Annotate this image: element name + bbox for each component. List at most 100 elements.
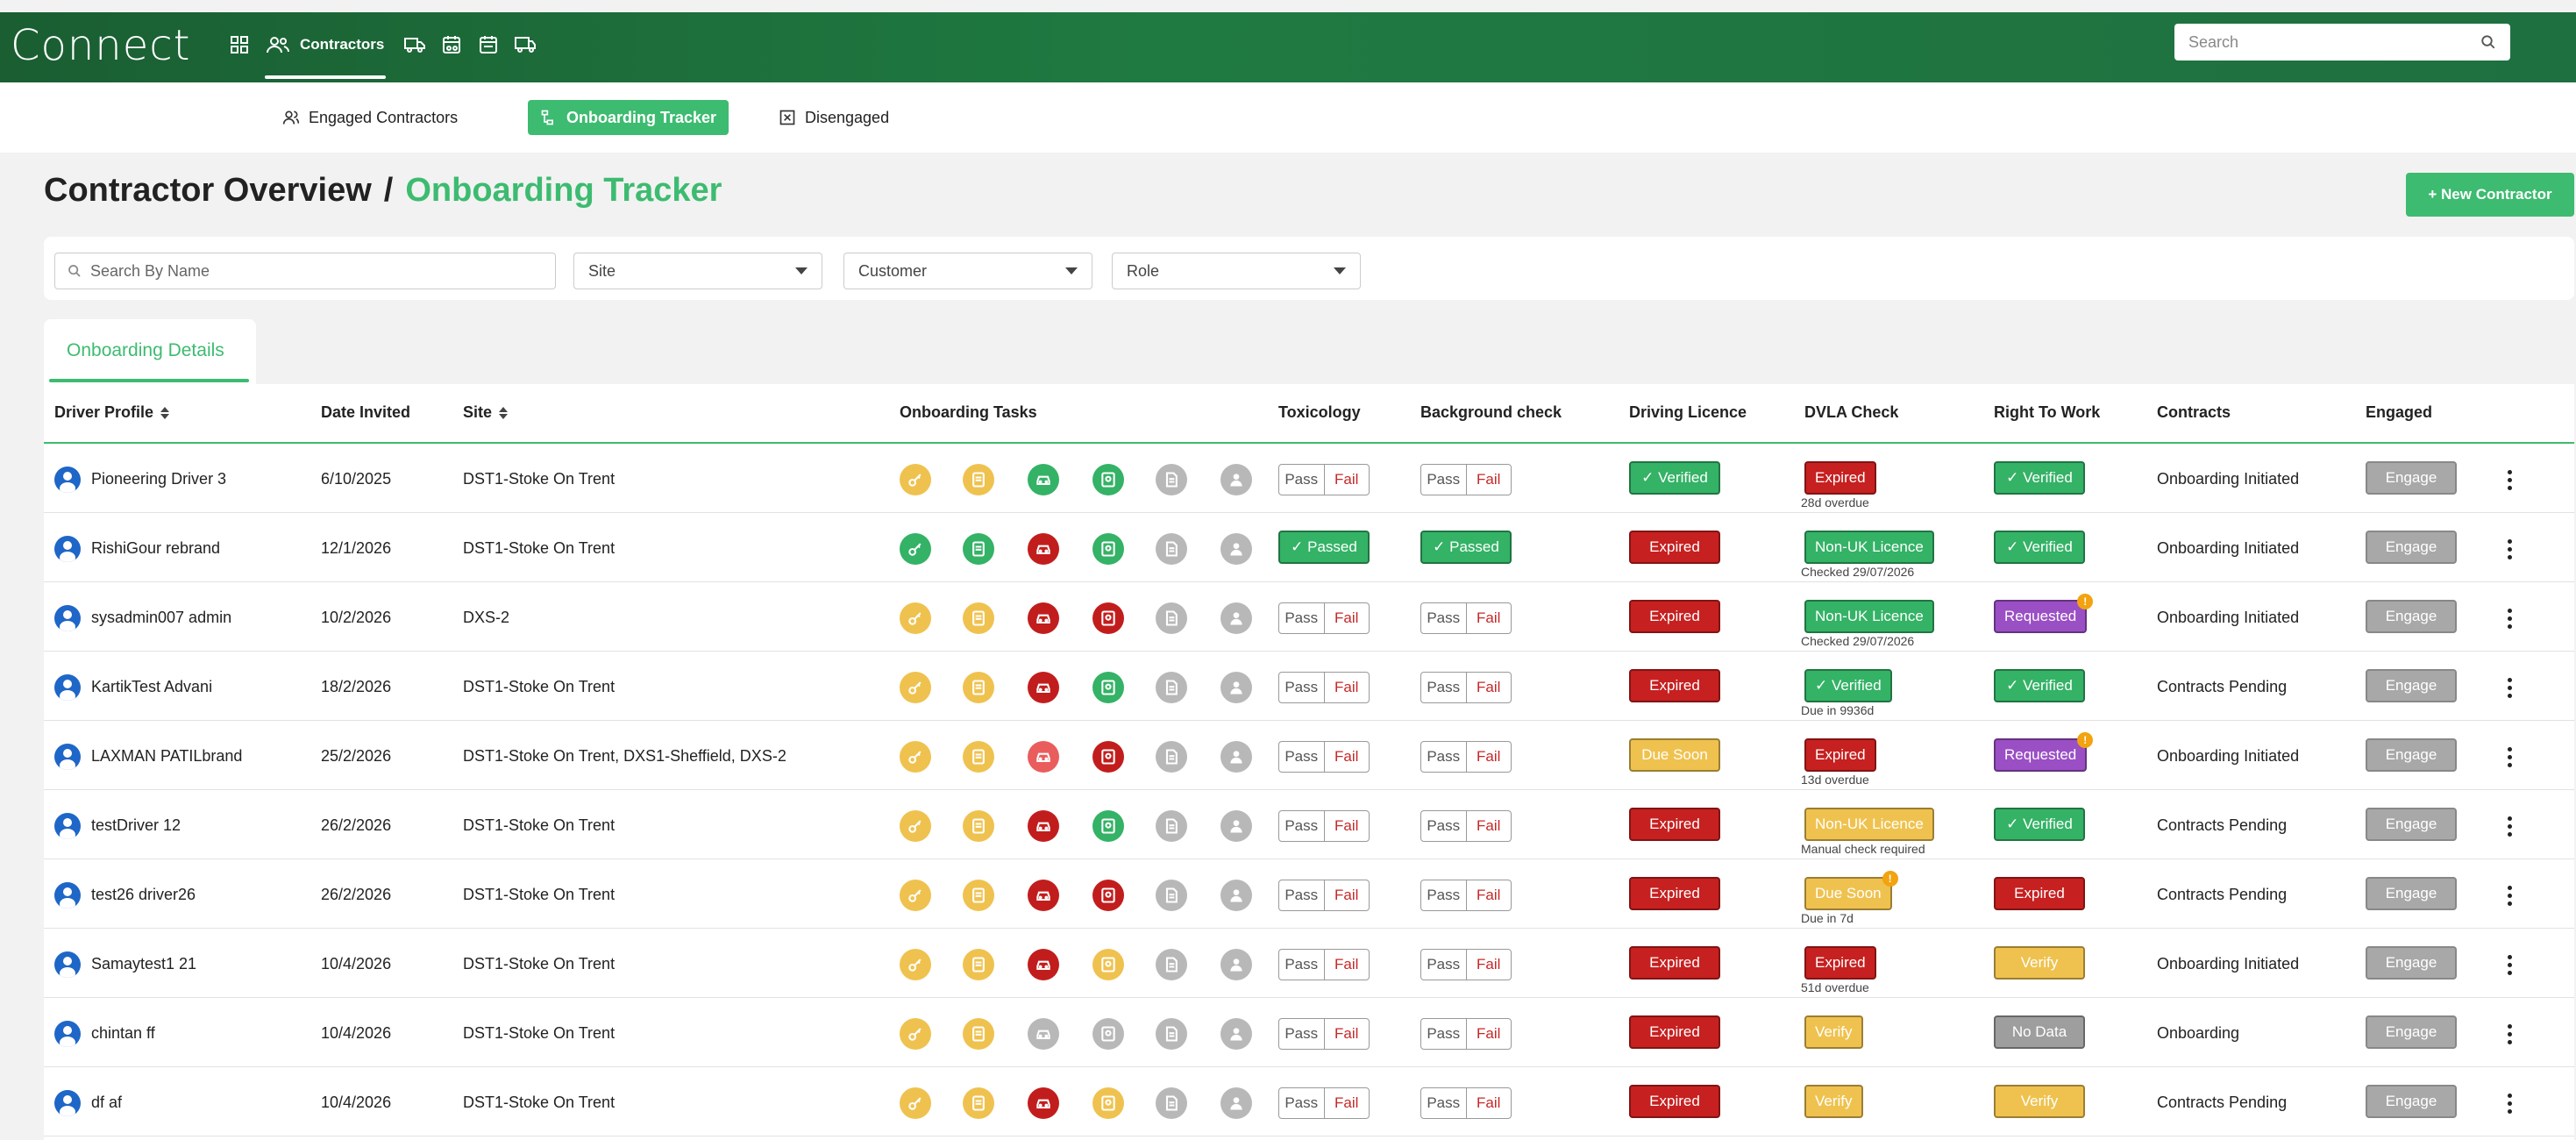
background-check-fail[interactable]: Fail [1467,673,1512,702]
vehicle-task-icon[interactable] [1028,602,1059,634]
background-check-pass-fail[interactable]: Pass Fail [1420,1018,1512,1050]
key-task-icon[interactable] [900,672,931,703]
driving-licence-badge[interactable]: Expired [1629,600,1720,633]
search-by-name-input[interactable]: Search By Name [54,253,556,289]
toxicology-pass[interactable]: Pass [1279,811,1325,841]
background-check-pass[interactable]: Pass [1421,811,1467,841]
avatar-icon[interactable] [54,1021,81,1047]
background-check-pass-fail[interactable]: Pass Fail [1420,602,1512,634]
tab-onboarding-tracker[interactable]: Onboarding Tracker [528,100,729,135]
driver-name[interactable]: test26 driver26 [91,886,196,904]
engage-button[interactable]: Engage [2366,600,2457,633]
dvla-check-badge[interactable]: Verify [1804,1085,1863,1118]
right-to-work-badge[interactable]: ✓ Verified [1994,808,2085,841]
person-task-icon[interactable] [1220,1018,1252,1050]
document-task-icon[interactable] [963,672,994,703]
toxicology-fail[interactable]: Fail [1325,880,1370,910]
avatar-icon[interactable] [54,1090,81,1116]
toxicology-pass[interactable]: Pass [1279,880,1325,910]
more-options-icon[interactable] [2501,813,2518,839]
driving-licence-badge[interactable]: Expired [1629,1085,1720,1118]
driving-licence-badge[interactable]: Due Soon [1629,738,1720,772]
id-card-task-icon[interactable] [1092,464,1124,495]
key-task-icon[interactable] [900,1087,931,1119]
toxicology-pass[interactable]: Pass [1279,950,1325,980]
background-check-pass[interactable]: Pass [1421,1019,1467,1049]
right-to-work-badge[interactable]: Verify [1994,946,2085,980]
driving-licence-badge[interactable]: Expired [1629,877,1720,910]
person-task-icon[interactable] [1220,1087,1252,1119]
id-card-task-icon[interactable] [1092,949,1124,980]
vehicle-task-icon[interactable] [1028,464,1059,495]
column-driver-profile[interactable]: Driver Profile [54,403,170,422]
background-check-fail[interactable]: Fail [1467,1088,1512,1118]
person-task-icon[interactable] [1220,741,1252,773]
document-task-icon[interactable] [963,949,994,980]
dvla-check-badge[interactable]: Expired [1804,461,1876,495]
background-check-pass[interactable]: Pass [1421,1088,1467,1118]
more-options-icon[interactable] [2501,536,2518,562]
vehicle-task-icon[interactable] [1028,741,1059,773]
person-task-icon[interactable] [1220,810,1252,842]
vehicle-task-icon[interactable] [1028,1018,1059,1050]
right-to-work-badge[interactable]: Requested! [1994,594,2094,633]
id-card-task-icon[interactable] [1092,1018,1124,1050]
background-check-pass-fail[interactable]: Pass Fail [1420,949,1512,980]
site-select[interactable]: Site [573,253,822,289]
avatar-icon[interactable] [54,536,81,562]
document-task-icon[interactable] [963,810,994,842]
dvla-check-badge[interactable]: Due Soon! [1804,871,1898,910]
key-task-icon[interactable] [900,464,931,495]
toxicology-fail[interactable]: Fail [1325,1088,1370,1118]
more-options-icon[interactable] [2501,744,2518,770]
toxicology-pass[interactable]: Pass [1279,603,1325,633]
id-card-task-icon[interactable] [1092,880,1124,911]
background-check-pass-fail[interactable]: Pass Fail [1420,741,1512,773]
toxicology-fail[interactable]: Fail [1325,1019,1370,1049]
dvla-check-badge[interactable]: Non-UK Licence [1804,808,1934,841]
key-task-icon[interactable] [900,741,931,773]
engage-button[interactable]: Engage [2366,531,2457,564]
engage-button[interactable]: Engage [2366,669,2457,702]
driver-name[interactable]: Samaytest1 21 [91,955,196,973]
person-task-icon[interactable] [1220,533,1252,565]
engage-button[interactable]: Engage [2366,946,2457,980]
vehicle-task-icon[interactable] [1028,672,1059,703]
more-options-icon[interactable] [2501,1090,2518,1116]
dvla-check-badge[interactable]: Non-UK Licence [1804,600,1934,633]
file-task-icon[interactable] [1156,1087,1187,1119]
more-options-icon[interactable] [2501,951,2518,978]
more-options-icon[interactable] [2501,467,2518,493]
toxicology-fail[interactable]: Fail [1325,742,1370,772]
tab-disengaged[interactable]: Disengaged [766,100,901,135]
engage-button[interactable]: Engage [2366,1085,2457,1118]
toxicology-pass-fail[interactable]: Pass Fail [1278,602,1370,634]
background-check-fail[interactable]: Fail [1467,1019,1512,1049]
driving-licence-badge[interactable]: Expired [1629,946,1720,980]
background-check-pass-fail[interactable]: Pass Fail [1420,464,1512,495]
file-task-icon[interactable] [1156,810,1187,842]
nav-contractors[interactable]: Contractors [265,32,384,58]
background-check-badge[interactable]: ✓ Passed [1420,531,1512,564]
key-task-icon[interactable] [900,602,931,634]
driver-name[interactable]: df af [91,1094,122,1112]
right-to-work-badge[interactable]: ✓ Verified [1994,531,2085,564]
toxicology-pass-fail[interactable]: Pass Fail [1278,1087,1370,1119]
more-options-icon[interactable] [2501,882,2518,908]
driver-name[interactable]: LAXMAN PATILbrand [91,747,242,766]
id-card-task-icon[interactable] [1092,602,1124,634]
dvla-check-badge[interactable]: Expired [1804,738,1876,772]
engage-button[interactable]: Engage [2366,1015,2457,1049]
toxicology-pass-fail[interactable]: Pass Fail [1278,741,1370,773]
toxicology-pass[interactable]: Pass [1279,673,1325,702]
toxicology-pass-fail[interactable]: Pass Fail [1278,1018,1370,1050]
background-check-pass[interactable]: Pass [1421,742,1467,772]
document-task-icon[interactable] [963,602,994,634]
toxicology-pass[interactable]: Pass [1279,742,1325,772]
right-to-work-badge[interactable]: Expired [1994,877,2085,910]
background-check-pass-fail[interactable]: Pass Fail [1420,880,1512,911]
avatar-icon[interactable] [54,467,81,493]
dvla-check-badge[interactable]: Expired [1804,946,1876,980]
role-select[interactable]: Role [1112,253,1361,289]
truck-icon[interactable] [402,32,428,58]
